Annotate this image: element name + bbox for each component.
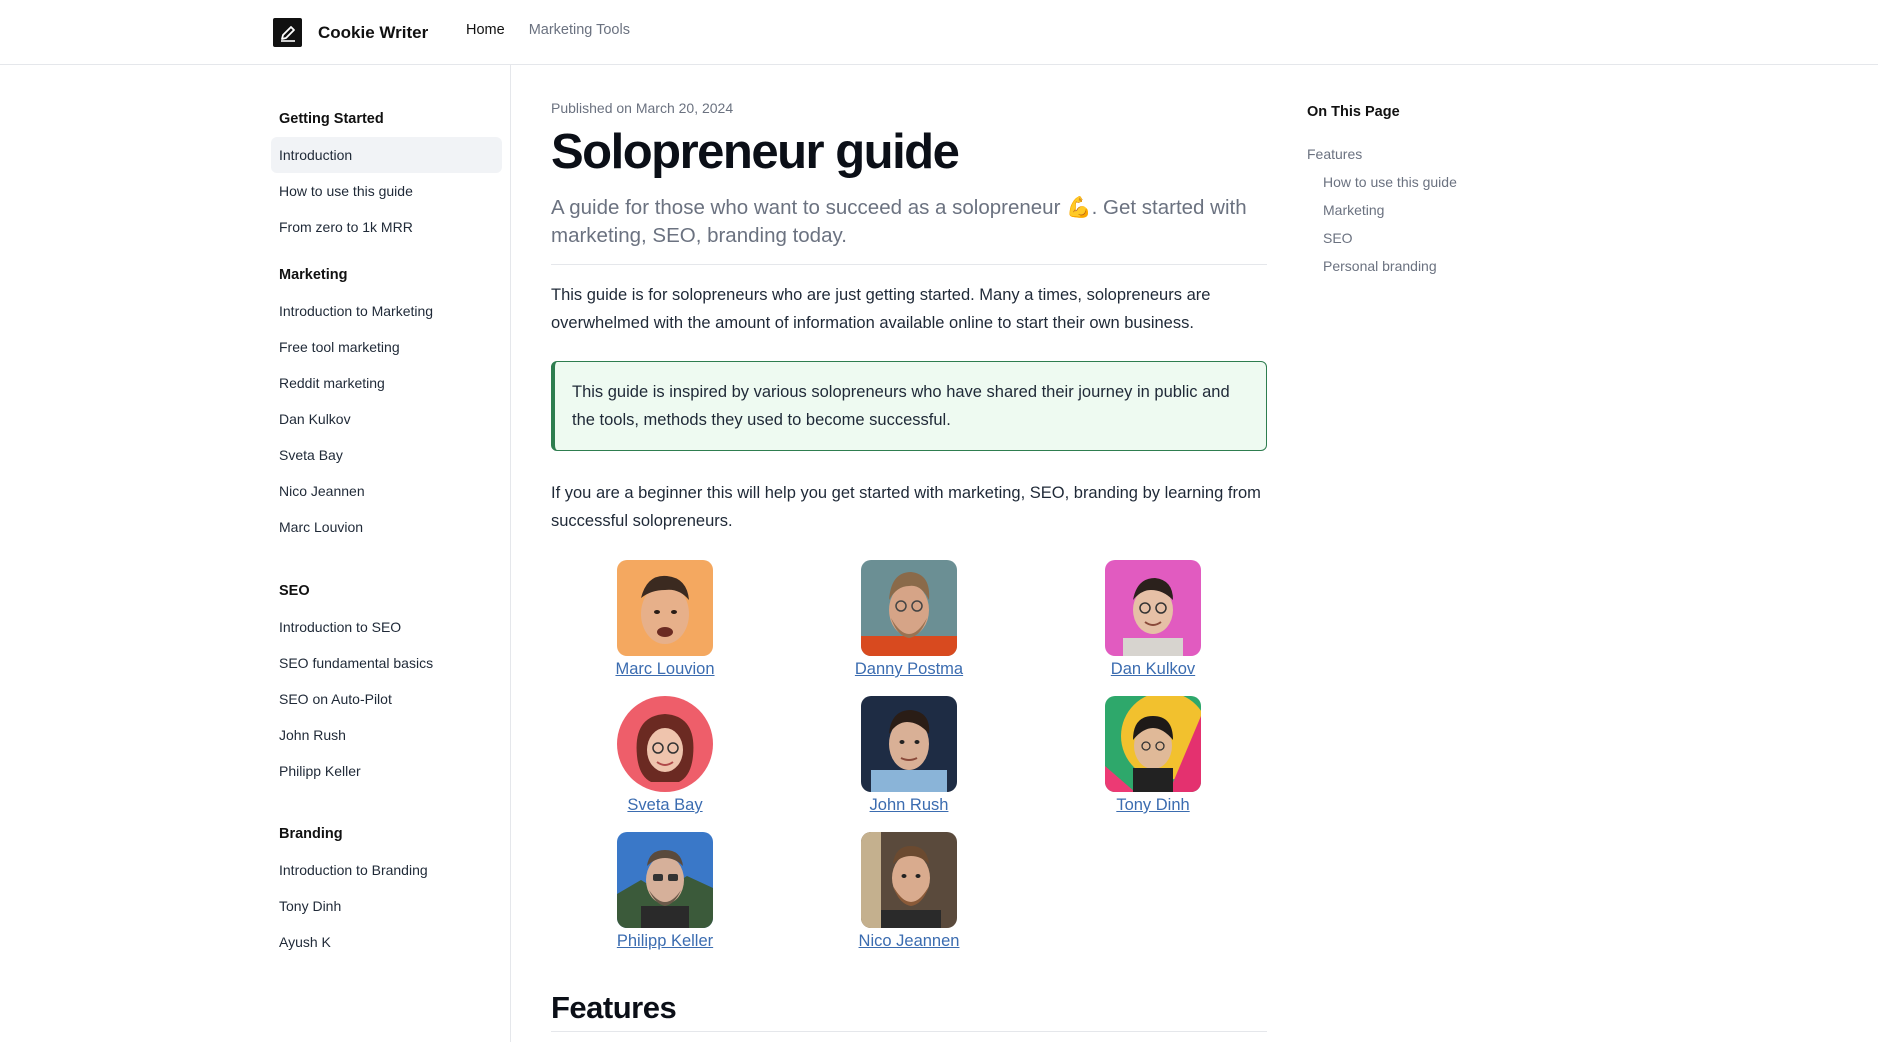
sidebar-item[interactable]: Marc Louvion bbox=[271, 509, 502, 545]
avatar[interactable] bbox=[617, 696, 713, 792]
top-nav: Home Marketing Tools bbox=[466, 22, 630, 38]
sidebar-heading: Branding bbox=[279, 826, 343, 842]
avatar[interactable] bbox=[861, 696, 957, 792]
toc-item-how-to-use[interactable]: How to use this guide bbox=[1307, 168, 1567, 196]
person-card: Dan Kulkov bbox=[1078, 558, 1228, 680]
flexed-bicep-icon: 💪 bbox=[1066, 196, 1092, 219]
avatar[interactable] bbox=[617, 832, 713, 928]
sidebar-heading: Marketing bbox=[279, 267, 348, 283]
sidebar-item[interactable]: SEO fundamental basics bbox=[271, 645, 502, 681]
person-card: Nico Jeannen bbox=[834, 830, 984, 952]
page-title: Solopreneur guide bbox=[551, 125, 960, 179]
avatar[interactable] bbox=[1105, 560, 1201, 656]
person-link[interactable]: Philipp Keller bbox=[590, 930, 740, 952]
lead-text-start: A guide for those who want to succeed as… bbox=[551, 196, 1067, 219]
sidebar-item-zero-to-1k[interactable]: From zero to 1k MRR bbox=[271, 209, 502, 245]
sidebar-heading: SEO bbox=[279, 583, 310, 599]
person-link[interactable]: Dan Kulkov bbox=[1078, 658, 1228, 680]
main-article: Published on March 20, 2024 Solopreneur … bbox=[551, 100, 1267, 535]
beginner-paragraph: If you are a beginner this will help you… bbox=[551, 484, 1261, 530]
person-card: Sveta Bay bbox=[590, 694, 740, 816]
person-link[interactable]: Tony Dinh bbox=[1078, 794, 1228, 816]
lead-text: A guide for those who want to succeed as… bbox=[551, 194, 1251, 250]
published-date: Published on March 20, 2024 bbox=[551, 100, 734, 116]
sidebar-item[interactable]: SEO on Auto-Pilot bbox=[271, 681, 502, 717]
person-link[interactable]: Marc Louvion bbox=[590, 658, 740, 680]
sidebar-item[interactable]: Dan Kulkov bbox=[271, 401, 502, 437]
sidebar-item[interactable]: Sveta Bay bbox=[271, 437, 502, 473]
on-this-page-toc: On This Page Features How to use this gu… bbox=[1307, 104, 1567, 280]
divider bbox=[551, 1031, 1267, 1032]
left-sidebar: Getting Started Introduction How to use … bbox=[0, 65, 511, 1042]
person-card: Tony Dinh bbox=[1078, 694, 1228, 816]
toc-item-features[interactable]: Features bbox=[1307, 140, 1567, 168]
sidebar-group-seo: SEO Introduction to SEO SEO fundamental … bbox=[271, 573, 502, 789]
callout-box: This guide is inspired by various solopr… bbox=[551, 361, 1267, 451]
sidebar-item[interactable]: Reddit marketing bbox=[271, 365, 502, 401]
pen-logo-icon bbox=[273, 18, 302, 47]
sidebar-item[interactable]: Ayush K bbox=[271, 924, 502, 960]
sidebar-item[interactable]: Nico Jeannen bbox=[271, 473, 502, 509]
top-navbar: Cookie Writer Home Marketing Tools bbox=[0, 0, 1878, 65]
sidebar-heading: Getting Started bbox=[279, 111, 384, 127]
sidebar-item[interactable]: Free tool marketing bbox=[271, 329, 502, 365]
toc-item-marketing[interactable]: Marketing bbox=[1307, 196, 1567, 224]
person-link[interactable]: Nico Jeannen bbox=[834, 930, 984, 952]
sidebar-group-marketing: Marketing Introduction to Marketing Free… bbox=[271, 257, 502, 545]
features-heading: Features bbox=[551, 990, 677, 1025]
sidebar-group-getting-started: Getting Started Introduction How to use … bbox=[271, 101, 502, 245]
avatar[interactable] bbox=[617, 560, 713, 656]
sidebar-item-introduction[interactable]: Introduction bbox=[271, 137, 502, 173]
sidebar-item[interactable]: Philipp Keller bbox=[271, 753, 502, 789]
brand-link[interactable]: Cookie Writer bbox=[273, 18, 428, 47]
nav-home[interactable]: Home bbox=[466, 22, 505, 38]
avatar[interactable] bbox=[861, 560, 957, 656]
brand-name: Cookie Writer bbox=[318, 22, 429, 42]
sidebar-group-branding: Branding Introduction to Branding Tony D… bbox=[271, 816, 502, 960]
toc-heading: On This Page bbox=[1307, 104, 1400, 120]
divider bbox=[551, 264, 1267, 265]
sidebar-item[interactable]: Introduction to Marketing bbox=[271, 293, 502, 329]
sidebar-item-how-to-use[interactable]: How to use this guide bbox=[271, 173, 502, 209]
avatar[interactable] bbox=[1105, 696, 1201, 792]
person-card: John Rush bbox=[834, 694, 984, 816]
intro-paragraph: This guide is for solopreneurs who are j… bbox=[551, 286, 1211, 332]
person-card: Danny Postma bbox=[834, 558, 984, 680]
sidebar-item[interactable]: Introduction to Branding bbox=[271, 852, 502, 888]
person-card: Philipp Keller bbox=[590, 830, 740, 952]
avatar[interactable] bbox=[861, 832, 957, 928]
sidebar-item[interactable]: Tony Dinh bbox=[271, 888, 502, 924]
person-card: Marc Louvion bbox=[590, 558, 740, 680]
person-link[interactable]: John Rush bbox=[834, 794, 984, 816]
sidebar-item[interactable]: Introduction to SEO bbox=[271, 609, 502, 645]
sidebar-item[interactable]: John Rush bbox=[271, 717, 502, 753]
toc-item-seo[interactable]: SEO bbox=[1307, 224, 1567, 252]
toc-item-personal-branding[interactable]: Personal branding bbox=[1307, 252, 1567, 280]
nav-marketing-tools[interactable]: Marketing Tools bbox=[529, 22, 630, 38]
person-link[interactable]: Sveta Bay bbox=[590, 794, 740, 816]
person-link[interactable]: Danny Postma bbox=[834, 658, 984, 680]
